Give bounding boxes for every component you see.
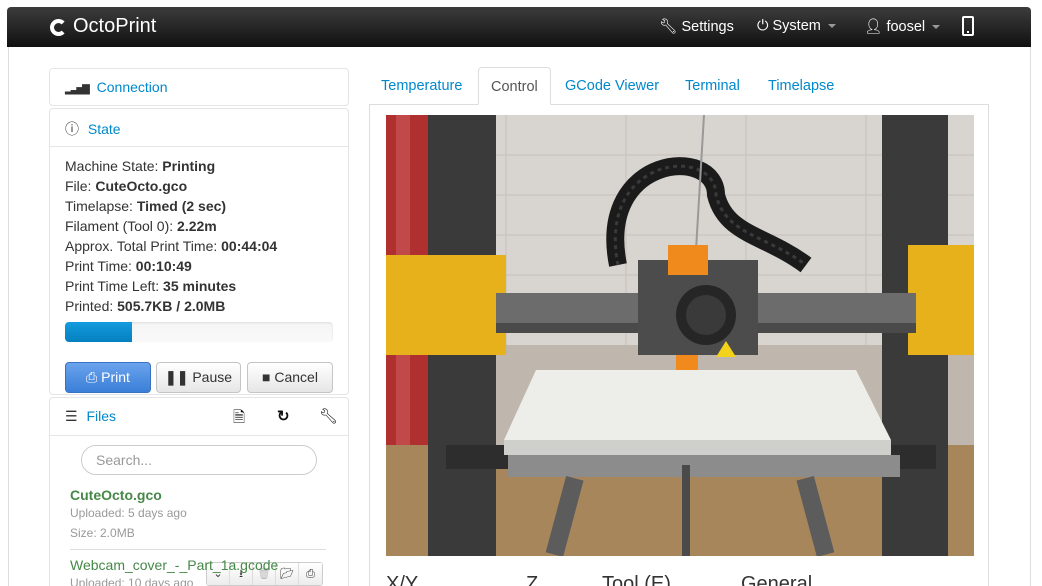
power-icon: ⏻ bbox=[757, 18, 769, 34]
file-size: Size: 2.0MB bbox=[70, 526, 135, 540]
pause-button[interactable]: ❚❚ Pause bbox=[156, 362, 241, 393]
info-icon: ⓘ bbox=[65, 121, 79, 137]
brand-title[interactable]: OctoPrint bbox=[73, 15, 156, 38]
connection-header[interactable]: ▂▃▅▇ Connection bbox=[50, 69, 348, 106]
navbar: OctoPrint 🔧︎ Settings ⏻ System 👤︎ foosel bbox=[7, 7, 1031, 47]
state-title: State bbox=[87, 121, 121, 137]
system-label: System bbox=[772, 18, 821, 34]
signal-icon: ▂▃▅▇ bbox=[65, 84, 90, 95]
tab-control[interactable]: Control bbox=[478, 67, 551, 105]
state-line: Print Time Left: 35 minutes bbox=[65, 278, 237, 294]
mobile-phone-icon[interactable] bbox=[962, 16, 974, 36]
chevron-down-icon bbox=[932, 25, 941, 30]
z-heading: Z bbox=[526, 573, 539, 586]
control-pane: X/Y Z Tool (E) General bbox=[369, 105, 989, 586]
printer-icon: ⎙ bbox=[86, 369, 98, 385]
connection-title: Connection bbox=[96, 79, 168, 95]
chevron-down-icon bbox=[827, 24, 836, 29]
cancel-button[interactable]: ■ Cancel bbox=[247, 362, 333, 393]
tab-temperature[interactable]: Temperature bbox=[369, 67, 474, 105]
stop-icon: ■ bbox=[262, 369, 271, 385]
tool-heading: Tool (E) bbox=[602, 573, 671, 586]
list-divider bbox=[70, 549, 326, 550]
file-search-input[interactable]: Search... bbox=[81, 445, 317, 475]
print-progress-fill bbox=[65, 322, 132, 342]
files-body: Search... CuteOcto.gco Uploaded: 5 days … bbox=[50, 435, 348, 586]
list-icon: ☰ bbox=[65, 408, 78, 424]
xy-heading: X/Y bbox=[386, 573, 419, 586]
tab-terminal[interactable]: Terminal bbox=[673, 67, 752, 105]
general-heading: General bbox=[741, 573, 813, 586]
main-tabs: Temperature Control GCode Viewer Termina… bbox=[369, 67, 989, 105]
state-line: Machine State: Printing bbox=[65, 158, 216, 174]
state-line: Printed: 505.7KB / 2.0MB bbox=[65, 298, 226, 314]
state-line: Timelapse: Timed (2 sec) bbox=[65, 198, 227, 214]
state-line: Approx. Total Print Time: 00:44:04 bbox=[65, 238, 278, 254]
pause-icon: ❚❚ bbox=[164, 369, 189, 385]
state-line: File: CuteOcto.gco bbox=[65, 178, 188, 194]
files-header[interactable]: ☰ Files 🗎︎ ↻ 🔧︎ bbox=[50, 398, 348, 435]
state-panel: ⓘ State Machine State: Printing File: Cu… bbox=[49, 108, 349, 395]
file-uploaded: Uploaded: 10 days ago bbox=[70, 576, 194, 586]
user-icon: 👤︎ bbox=[864, 19, 883, 35]
system-menu[interactable]: ⏻ System bbox=[757, 18, 836, 34]
webcam-image bbox=[386, 115, 974, 556]
octoprint-logo-icon bbox=[50, 19, 67, 36]
webcam-stream bbox=[386, 115, 974, 556]
wrench-icon[interactable]: 🔧︎ bbox=[319, 407, 338, 425]
wrench-icon: 🔧︎ bbox=[659, 19, 678, 35]
list-item[interactable]: CuteOcto.gco Uploaded: 5 days ago Size: … bbox=[70, 487, 326, 586]
connection-panel: ▂▃▅▇ Connection bbox=[49, 68, 349, 106]
state-header[interactable]: ⓘ State bbox=[50, 109, 348, 146]
refresh-icon[interactable]: ↻ bbox=[277, 407, 290, 425]
user-menu[interactable]: 👤︎ foosel bbox=[864, 18, 941, 35]
list-item[interactable]: Webcam_cover_-_Part_1a.gcode Uploaded: 1… bbox=[70, 557, 326, 586]
settings-label: Settings bbox=[681, 19, 734, 35]
print-controls: ⎙ Print ❚❚ Pause ■ Cancel bbox=[65, 362, 333, 393]
state-body: Machine State: Printing File: CuteOcto.g… bbox=[50, 146, 348, 394]
settings-menu[interactable]: 🔧︎ Settings bbox=[659, 18, 734, 35]
files-panel: ☰ Files 🗎︎ ↻ 🔧︎ Search... CuteOcto.gco U… bbox=[49, 397, 349, 586]
file-name[interactable]: CuteOcto.gco bbox=[70, 487, 326, 503]
print-button[interactable]: ⎙ Print bbox=[65, 362, 151, 393]
upload-file-icon[interactable]: 🗎︎ bbox=[233, 407, 245, 432]
tab-gcode-viewer[interactable]: GCode Viewer bbox=[553, 67, 671, 105]
state-line: Print Time: 00:10:49 bbox=[65, 258, 192, 274]
user-label: foosel bbox=[886, 19, 926, 35]
file-uploaded: Uploaded: 5 days ago bbox=[70, 506, 187, 520]
state-line: Filament (Tool 0): 2.22m bbox=[65, 218, 217, 234]
file-name[interactable]: Webcam_cover_-_Part_1a.gcode bbox=[70, 557, 326, 573]
files-title: Files bbox=[86, 408, 117, 424]
tab-timelapse[interactable]: Timelapse bbox=[756, 67, 846, 105]
print-progress-bar bbox=[65, 322, 333, 342]
